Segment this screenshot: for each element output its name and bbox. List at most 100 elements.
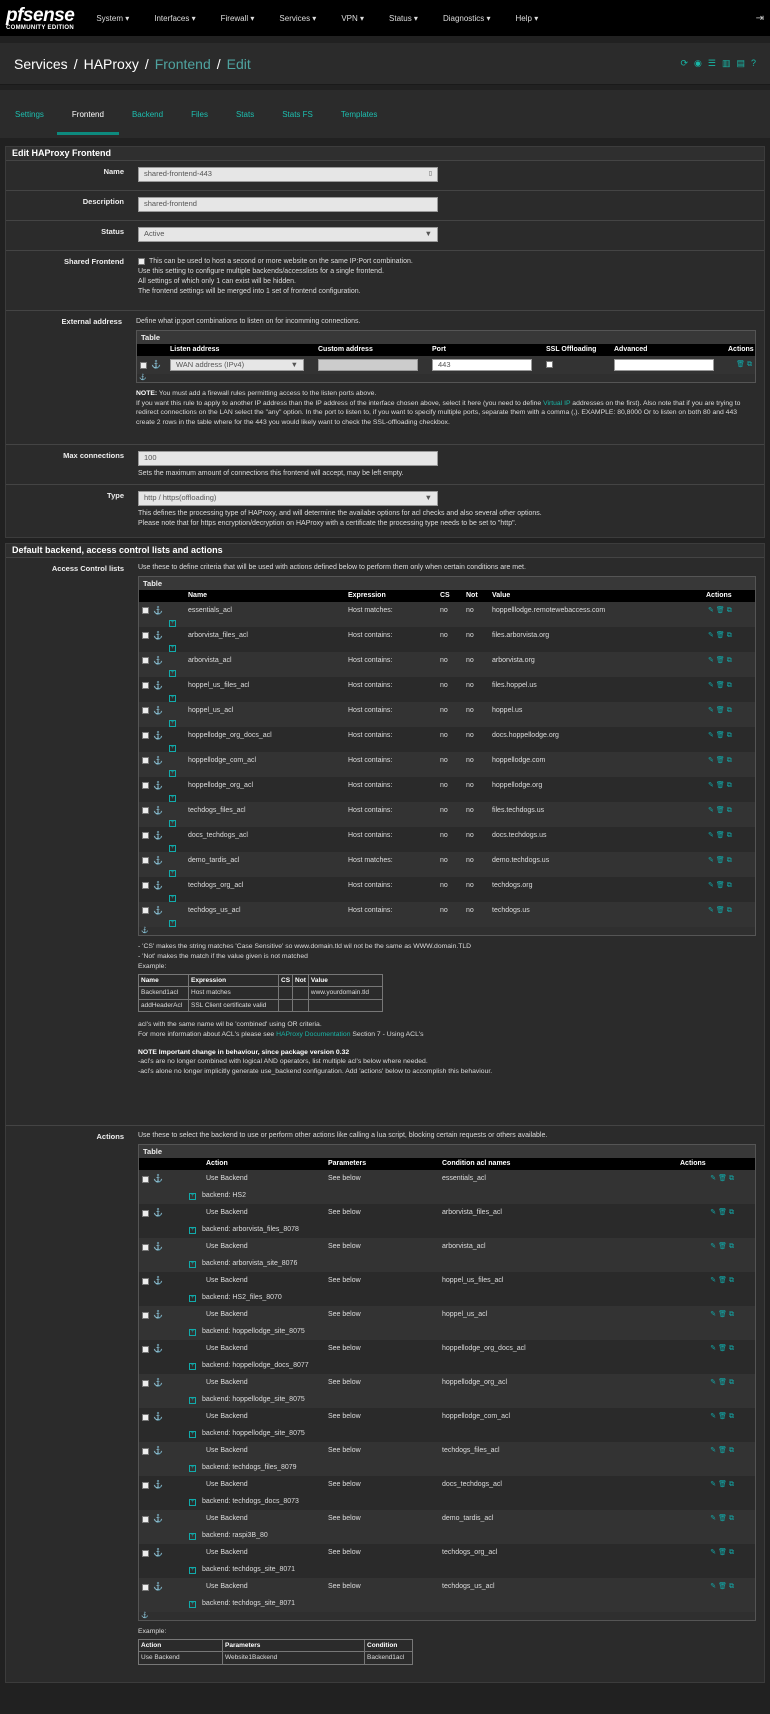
shared-frontend-checkbox[interactable] xyxy=(138,257,145,265)
anchor-icon[interactable]: ⚓ xyxy=(153,781,163,790)
copy-icon[interactable]: ⧉ xyxy=(727,857,732,864)
tab-settings[interactable]: Settings xyxy=(14,110,45,119)
anchor-icon[interactable]: ⚓ xyxy=(153,1208,163,1217)
ssl-offloading-checkbox[interactable] xyxy=(546,360,553,368)
haproxy-docs-link[interactable]: HAProxy Documentation xyxy=(276,1031,350,1038)
tab-stats-fs[interactable]: Stats FS xyxy=(281,110,314,119)
anchor-icon[interactable]: ⚓ xyxy=(153,756,163,765)
copy-icon[interactable]: ⧉ xyxy=(729,1583,734,1590)
row-checkbox[interactable] xyxy=(142,1209,149,1217)
menu-interfaces[interactable]: Interfaces ▾ xyxy=(154,14,195,23)
delete-icon[interactable]: 🗑 xyxy=(718,1379,727,1386)
edit-icon[interactable]: ✎ xyxy=(710,1345,716,1352)
row-checkbox[interactable] xyxy=(142,832,149,840)
copy-icon[interactable]: ⧉ xyxy=(729,1209,734,1216)
anchor-icon[interactable]: ⚓ xyxy=(139,374,146,383)
crumb-frontend[interactable]: Frontend xyxy=(155,56,211,72)
anchor-icon[interactable]: ⚓ xyxy=(153,1480,163,1489)
expand-icon[interactable]: + xyxy=(169,719,176,727)
copy-icon[interactable]: ⧉ xyxy=(729,1447,734,1454)
anchor-icon[interactable]: ⚓ xyxy=(153,731,163,740)
edit-icon[interactable]: ✎ xyxy=(710,1515,716,1522)
row-checkbox[interactable] xyxy=(142,1481,149,1489)
anchor-icon[interactable]: ⚓ xyxy=(153,831,163,840)
delete-icon[interactable]: 🗑 xyxy=(718,1447,727,1454)
anchor-icon[interactable]: ⚓ xyxy=(153,1276,163,1285)
delete-icon[interactable]: 🗑 xyxy=(716,757,725,764)
row-checkbox[interactable] xyxy=(142,1345,149,1353)
anchor-icon[interactable]: ⚓ xyxy=(153,881,163,890)
copy-icon[interactable]: ⧉ xyxy=(729,1549,734,1556)
anchor-icon[interactable]: ⚓ xyxy=(153,656,163,665)
anchor-icon[interactable]: ⚓ xyxy=(153,906,163,915)
expand-icon[interactable]: + xyxy=(189,1192,196,1200)
delete-icon[interactable]: 🗑 xyxy=(718,1175,727,1182)
copy-icon[interactable]: ⧉ xyxy=(729,1481,734,1488)
edit-icon[interactable]: ✎ xyxy=(708,632,714,639)
expand-icon[interactable]: + xyxy=(189,1464,196,1472)
port-input[interactable]: 443 xyxy=(432,359,532,372)
menu-vpn[interactable]: VPN ▾ xyxy=(341,14,364,23)
copy-icon[interactable]: ⧉ xyxy=(729,1277,734,1284)
tab-files[interactable]: Files xyxy=(190,110,209,119)
copy-icon[interactable]: ⧉ xyxy=(729,1311,734,1318)
anchor-icon[interactable]: ⚓ xyxy=(153,1548,163,1557)
copy-icon[interactable]: ⧉ xyxy=(747,361,752,368)
delete-icon[interactable]: 🗑 xyxy=(716,707,725,714)
delete-icon[interactable]: 🗑 xyxy=(716,782,725,789)
crumb-edit[interactable]: Edit xyxy=(227,56,251,72)
row-checkbox[interactable] xyxy=(142,1549,149,1557)
expand-icon[interactable]: + xyxy=(169,694,176,702)
reload-icon[interactable]: ⟳ xyxy=(680,58,688,69)
row-checkbox[interactable] xyxy=(142,657,149,665)
copy-icon[interactable]: ⧉ xyxy=(729,1379,734,1386)
anchor-icon[interactable]: ⚓ xyxy=(153,1582,163,1591)
row-checkbox[interactable] xyxy=(142,1379,149,1387)
row-checkbox[interactable] xyxy=(142,882,149,890)
expand-icon[interactable]: + xyxy=(169,644,176,652)
max-connections-input[interactable]: 100 xyxy=(138,451,438,466)
anchor-icon[interactable]: ⚓ xyxy=(141,927,148,936)
delete-icon[interactable]: 🗑 xyxy=(718,1345,727,1352)
delete-icon[interactable]: 🗑 xyxy=(716,657,725,664)
name-input[interactable]: shared-frontend-443 ▯ xyxy=(138,167,438,182)
crumb-haproxy[interactable]: HAProxy xyxy=(84,56,139,72)
expand-icon[interactable]: + xyxy=(169,794,176,802)
anchor-icon[interactable]: ⚓ xyxy=(153,1412,163,1421)
anchor-icon[interactable]: ⚓ xyxy=(153,681,163,690)
copy-icon[interactable]: ⧉ xyxy=(727,682,732,689)
row-checkbox[interactable] xyxy=(142,1515,149,1523)
anchor-icon[interactable]: ⚓ xyxy=(153,1446,163,1455)
chart-icon[interactable]: ▥ xyxy=(722,58,731,69)
row-checkbox[interactable] xyxy=(142,1243,149,1251)
expand-icon[interactable]: + xyxy=(189,1498,196,1506)
menu-status[interactable]: Status ▾ xyxy=(389,14,418,23)
row-checkbox[interactable] xyxy=(142,1311,149,1319)
delete-icon[interactable]: 🗑 xyxy=(718,1413,727,1420)
expand-icon[interactable]: + xyxy=(189,1600,196,1608)
expand-icon[interactable]: + xyxy=(169,619,176,627)
edit-icon[interactable]: ✎ xyxy=(708,807,714,814)
delete-icon[interactable]: 🗑 xyxy=(716,632,725,639)
row-checkbox[interactable] xyxy=(142,1413,149,1421)
edit-icon[interactable]: ✎ xyxy=(708,832,714,839)
edit-icon[interactable]: ✎ xyxy=(710,1413,716,1420)
anchor-icon[interactable]: ⚓ xyxy=(153,1242,163,1251)
anchor-icon[interactable]: ⚓ xyxy=(153,706,163,715)
delete-icon[interactable]: 🗑 xyxy=(718,1311,727,1318)
listen-address-select[interactable]: WAN address (IPv4) ▼ xyxy=(170,359,304,372)
delete-icon[interactable]: 🗑 xyxy=(716,607,725,614)
copy-icon[interactable]: ⧉ xyxy=(727,607,732,614)
delete-icon[interactable]: 🗑 xyxy=(716,682,725,689)
edit-icon[interactable]: ✎ xyxy=(710,1549,716,1556)
delete-icon[interactable]: 🗑 xyxy=(716,882,725,889)
edit-icon[interactable]: ✎ xyxy=(708,732,714,739)
row-checkbox[interactable] xyxy=(142,757,149,765)
tab-stats[interactable]: Stats xyxy=(235,110,255,119)
copy-icon[interactable]: ⧉ xyxy=(727,882,732,889)
tab-templates[interactable]: Templates xyxy=(340,110,378,119)
copy-icon[interactable]: ⧉ xyxy=(729,1345,734,1352)
edit-icon[interactable]: ✎ xyxy=(708,782,714,789)
delete-icon[interactable]: 🗑 xyxy=(718,1549,727,1556)
row-checkbox[interactable] xyxy=(142,807,149,815)
